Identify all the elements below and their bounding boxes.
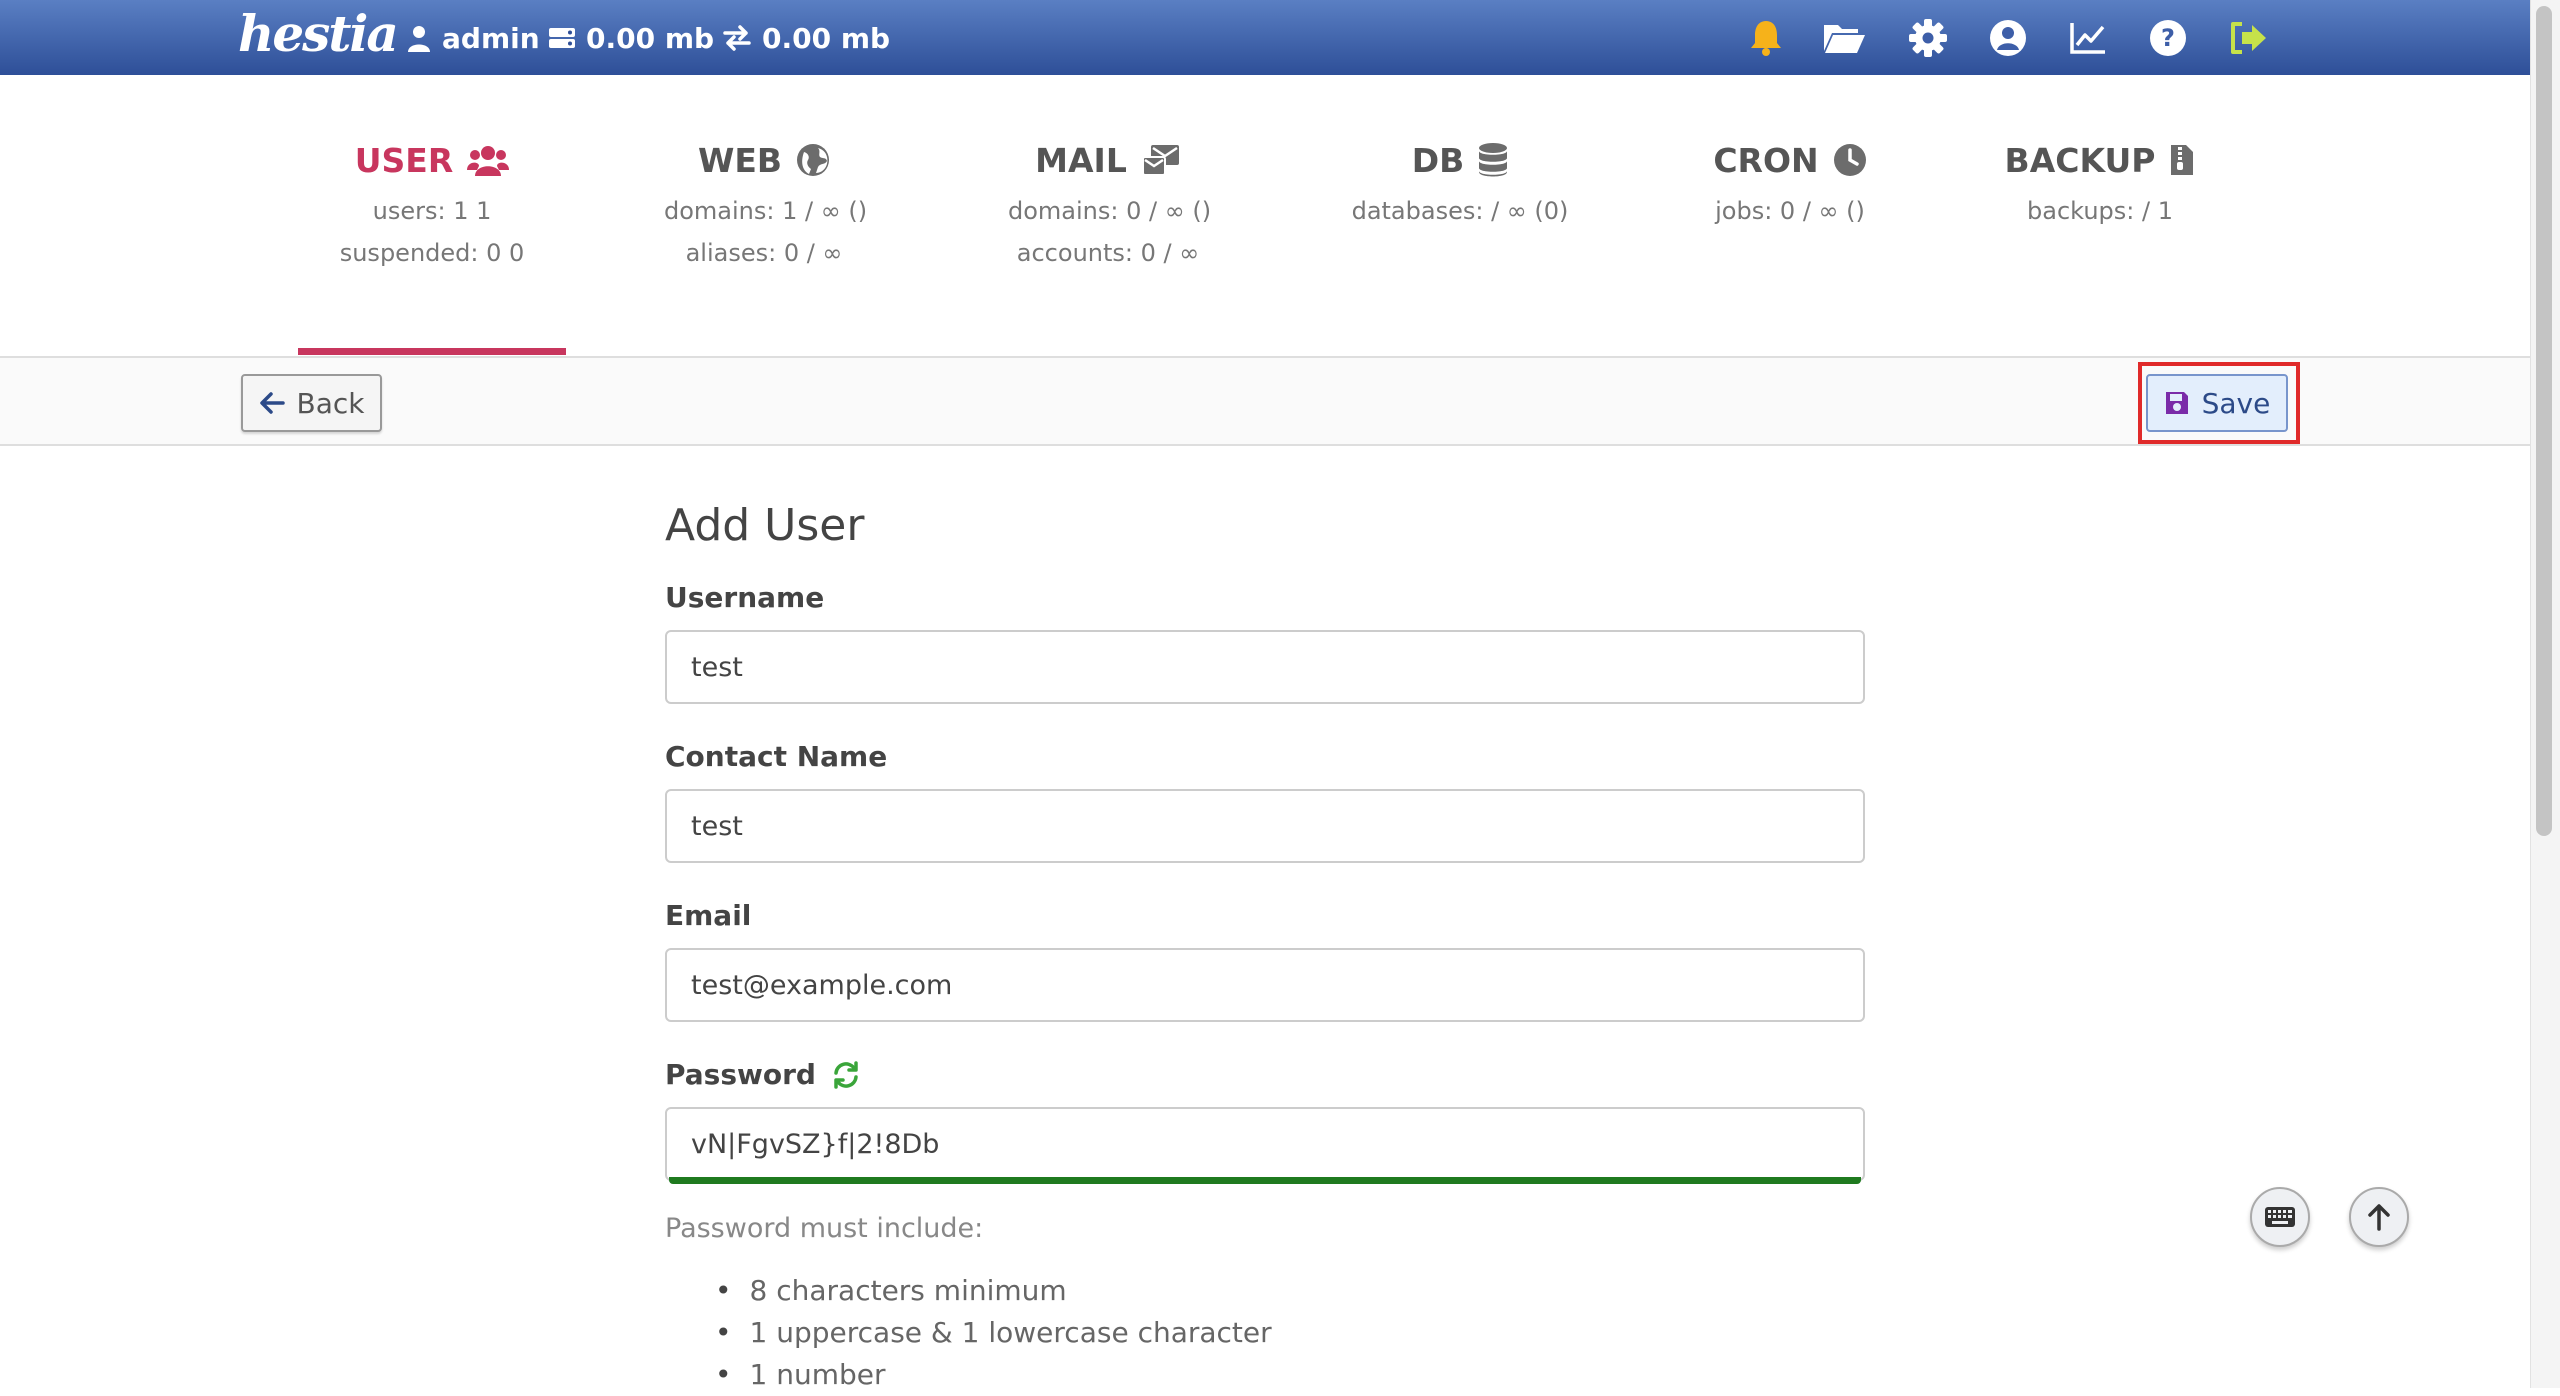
password-rule: 1 uppercase & 1 lowercase character bbox=[665, 1312, 1865, 1354]
password-strength-bar bbox=[669, 1177, 1861, 1184]
tab-db-databases: databases: / ∞ (0) bbox=[1351, 197, 1569, 225]
bandwidth-usage: 0.00 mb bbox=[722, 18, 890, 58]
tab-backup-backups: backups: / 1 bbox=[2027, 197, 2173, 225]
tab-cron[interactable]: CRON jobs: 0 / ∞ () bbox=[1700, 130, 1880, 232]
scrollbar-thumb[interactable] bbox=[2536, 6, 2552, 836]
file-archive-icon bbox=[2171, 145, 2194, 175]
tab-backup-label: BACKUP bbox=[2004, 140, 2156, 180]
active-tab-indicator bbox=[298, 348, 566, 355]
users-icon bbox=[467, 146, 510, 176]
password-label-text: Password bbox=[665, 1058, 816, 1091]
tab-web-domains: domains: 1 / ∞ () bbox=[664, 197, 868, 225]
bell-icon[interactable] bbox=[1744, 16, 1788, 60]
username-text: admin bbox=[442, 21, 540, 55]
contact-name-label-text: Contact Name bbox=[665, 740, 888, 773]
folder-icon[interactable] bbox=[1822, 16, 1866, 60]
tab-backup[interactable]: BACKUP backups: / 1 bbox=[2000, 130, 2200, 232]
hestia-logo[interactable]: hestia bbox=[238, 4, 399, 63]
tab-cron-label: CRON bbox=[1713, 140, 1819, 180]
bandwidth-value: 0.00 mb bbox=[762, 21, 891, 55]
password-rule: 1 number bbox=[665, 1354, 1865, 1396]
arrow-left-icon bbox=[259, 392, 285, 414]
tab-mail-accounts: accounts: 0 / ∞ bbox=[1016, 239, 1200, 267]
username-label: Username bbox=[665, 581, 1865, 614]
svg-text:?: ? bbox=[2161, 24, 2175, 52]
logout-icon[interactable] bbox=[2226, 16, 2270, 60]
contact-name-label: Contact Name bbox=[665, 740, 1865, 773]
tab-mail-label: MAIL bbox=[1035, 140, 1127, 180]
password-requirements-title: Password must include: bbox=[665, 1213, 984, 1244]
email-label: Email bbox=[665, 899, 1865, 932]
tab-user-label: USER bbox=[354, 140, 454, 180]
tab-user[interactable]: USER users: 1 1 suspended: 0 0 bbox=[318, 130, 546, 274]
mail-icon bbox=[1141, 145, 1179, 176]
keyboard-icon bbox=[2265, 1207, 2295, 1227]
help-icon[interactable]: ? bbox=[2146, 16, 2190, 60]
password-requirements-list: 8 characters minimum 1 uppercase & 1 low… bbox=[665, 1270, 1865, 1396]
tab-cron-jobs: jobs: 0 / ∞ () bbox=[1715, 197, 1865, 225]
save-button[interactable]: Save bbox=[2146, 374, 2288, 432]
username-input[interactable]: test bbox=[665, 630, 1865, 704]
password-label: Password bbox=[665, 1058, 1865, 1091]
user-icon bbox=[408, 26, 430, 52]
database-icon bbox=[1479, 143, 1508, 177]
scroll-to-top-button[interactable] bbox=[2349, 1187, 2409, 1247]
email-label-text: Email bbox=[665, 899, 752, 932]
arrow-up-icon bbox=[2368, 1204, 2390, 1231]
chart-icon[interactable] bbox=[2066, 16, 2110, 60]
clock-icon bbox=[1833, 144, 1866, 176]
save-button-label: Save bbox=[2201, 386, 2271, 420]
floppy-disk-icon bbox=[2165, 392, 2188, 414]
contact-name-input[interactable]: test bbox=[665, 789, 1865, 863]
hard-drive-icon bbox=[549, 28, 575, 48]
page-title: Add User bbox=[665, 500, 865, 551]
tab-db-label: DB bbox=[1411, 140, 1465, 180]
tab-mail-domains: domains: 0 / ∞ () bbox=[1008, 197, 1212, 225]
gear-icon[interactable] bbox=[1906, 16, 1950, 60]
email-input[interactable]: test@example.com bbox=[665, 948, 1865, 1022]
tab-web-label: WEB bbox=[697, 140, 783, 180]
password-input[interactable]: vN|FgvSZ}f|2!8Db bbox=[665, 1107, 1865, 1181]
add-user-form: Add User Username test Contact Name test… bbox=[665, 500, 1865, 1396]
user-circle-icon[interactable] bbox=[1986, 16, 2030, 60]
exchange-arrows-icon bbox=[723, 25, 751, 51]
user-indicator[interactable]: admin bbox=[406, 18, 540, 58]
tab-user-suspended: suspended: 0 0 bbox=[339, 239, 525, 267]
back-button-label: Back bbox=[296, 386, 365, 420]
tab-web-aliases: aliases: 0 / ∞ bbox=[685, 239, 843, 267]
generate-password-icon[interactable] bbox=[832, 1060, 860, 1089]
disk-usage: 0.00 mb bbox=[548, 18, 714, 58]
globe-icon bbox=[797, 144, 830, 176]
tab-user-users: users: 1 1 bbox=[372, 197, 492, 225]
disk-usage-value: 0.00 mb bbox=[586, 21, 715, 55]
password-field-wrapper: vN|FgvSZ}f|2!8Db bbox=[665, 1107, 1865, 1187]
back-button[interactable]: Back bbox=[241, 374, 382, 432]
tab-db[interactable]: DB databases: / ∞ (0) bbox=[1340, 130, 1580, 232]
keyboard-shortcuts-button[interactable] bbox=[2250, 1187, 2310, 1247]
username-label-text: Username bbox=[665, 581, 825, 614]
tab-mail[interactable]: MAIL domains: 0 / ∞ () accounts: 0 / ∞ bbox=[1008, 130, 1212, 274]
password-rule: 8 characters minimum bbox=[665, 1270, 1865, 1312]
tab-web[interactable]: WEB domains: 1 / ∞ () aliases: 0 / ∞ bbox=[664, 130, 868, 274]
